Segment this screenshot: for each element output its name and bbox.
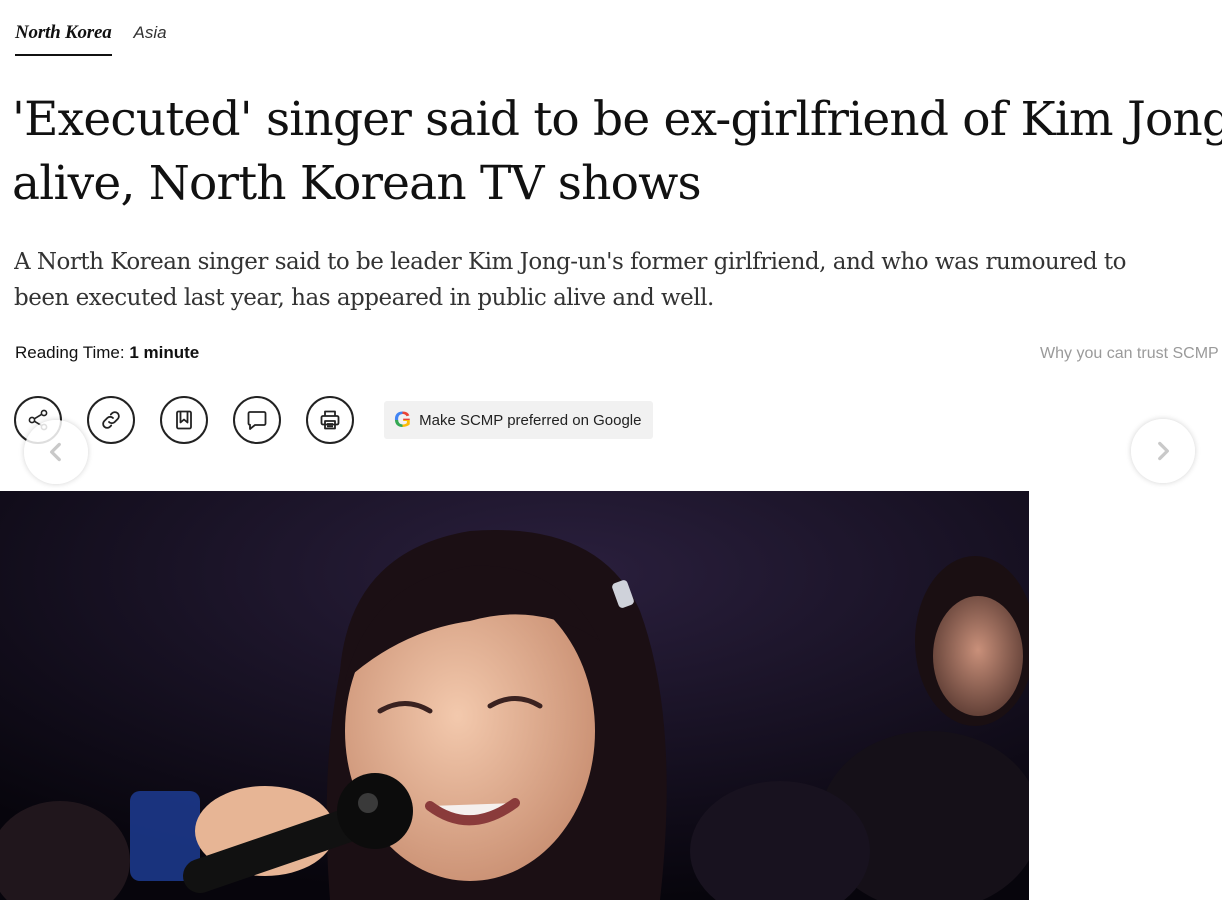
section-tag-asia[interactable]: Asia [134, 23, 167, 43]
headline-line-1: 'Executed' singer said to be ex-girlfrie… [12, 92, 1222, 147]
reading-time: Reading Time: 1 minute [15, 343, 199, 363]
article-headline: 'Executed' singer said to be ex-girlfrie… [12, 88, 1222, 216]
article-photo [0, 491, 1029, 900]
bookmark-button[interactable] [160, 396, 208, 444]
print-icon [320, 410, 340, 430]
carousel-next-button[interactable] [1131, 419, 1195, 483]
print-button[interactable] [306, 396, 354, 444]
google-preferred-label: Make SCMP preferred on Google [419, 411, 642, 429]
summary-line-2: been executed last year, has appeared in… [14, 285, 714, 311]
why-trust-link[interactable]: Why you can trust SCMP [1040, 345, 1222, 363]
section-tag-north-korea[interactable]: North Korea [15, 22, 112, 56]
chevron-right-icon [1158, 441, 1169, 461]
comment-button[interactable] [233, 396, 281, 444]
reading-time-label: Reading Time: [15, 343, 130, 362]
section-tags: North Korea Asia [15, 22, 167, 56]
chevron-left-icon [50, 442, 61, 462]
reading-time-value: 1 minute [129, 343, 200, 362]
google-preferred-button[interactable]: G Make SCMP preferred on Google [384, 401, 654, 439]
link-icon [102, 411, 120, 429]
comment-icon [247, 411, 267, 430]
bookmark-icon [176, 410, 192, 430]
carousel-prev-button[interactable] [24, 420, 88, 484]
article-summary: A North Korean singer said to be leader … [14, 244, 1222, 316]
google-logo-icon: G [394, 407, 412, 432]
summary-line-1: A North Korean singer said to be leader … [14, 249, 1126, 275]
copy-link-button[interactable] [87, 396, 135, 444]
article-actions: G Make SCMP preferred on Google [14, 396, 654, 444]
headline-line-2: alive, North Korean TV shows [12, 156, 702, 211]
